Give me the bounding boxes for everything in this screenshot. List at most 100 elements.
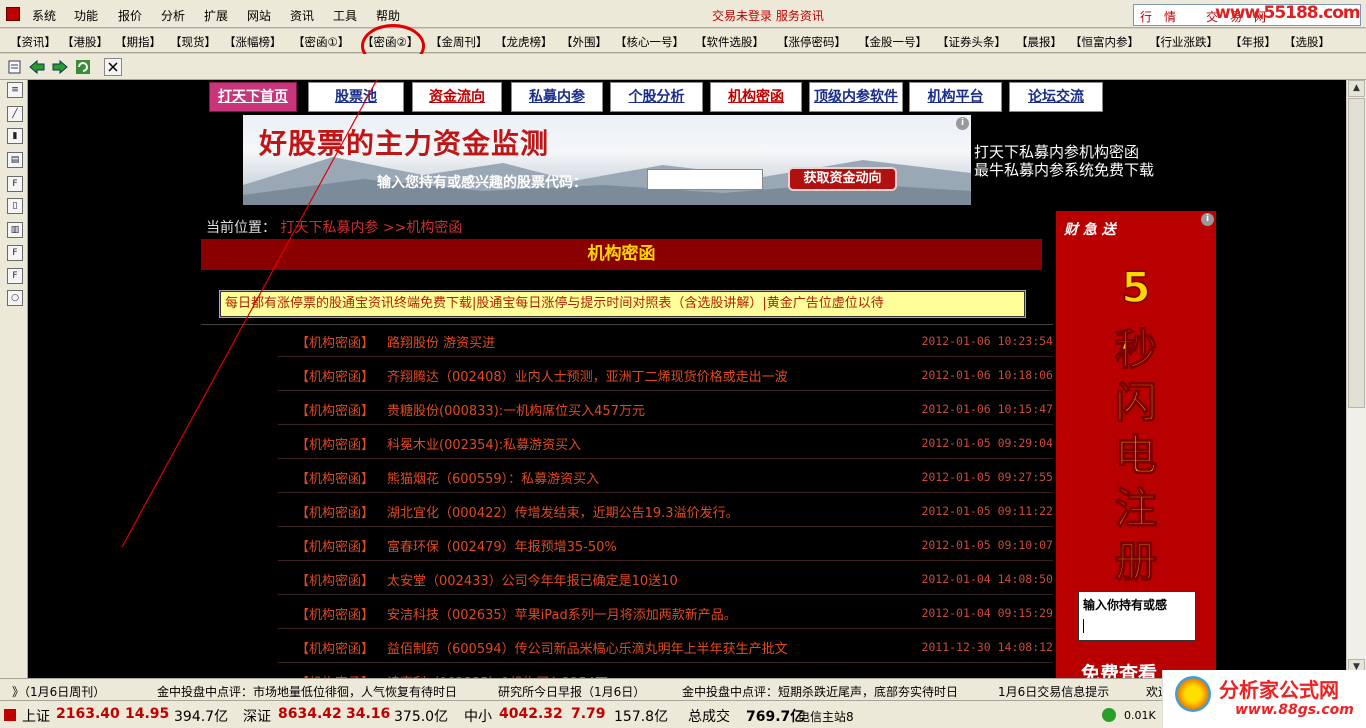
close-icon[interactable] bbox=[104, 58, 122, 76]
scroll-thumb[interactable] bbox=[1348, 98, 1365, 408]
right-ad-banner[interactable]: 财 急 送 i 5 秒 闪 电 注 册 输入你持有或感 免费查看 bbox=[1056, 211, 1216, 678]
tab-software-pick[interactable]: 【软件选股】 bbox=[695, 34, 764, 50]
article-title[interactable]: 科冕木业(002354):私募游资买入 bbox=[387, 434, 581, 453]
tab-industry[interactable]: 【行业涨跌】 bbox=[1149, 34, 1218, 50]
article-title[interactable]: 熊猫烟花（600559）：私募游资买入 bbox=[387, 468, 599, 487]
line-chart-icon[interactable]: ╱ bbox=[7, 106, 23, 122]
tab-spot[interactable]: 【现货】 bbox=[170, 34, 216, 50]
nav-institution-platform[interactable]: 机构平台 bbox=[909, 82, 1002, 112]
article-tag[interactable]: 【机构密函】 bbox=[296, 366, 374, 385]
article-row[interactable]: 【机构密函】 安洁科技（002635）苹果iPad系列一月将添加两款新产品。 201… bbox=[278, 596, 1053, 629]
article-title[interactable]: 富春环保（002479）年报预增35-50% bbox=[387, 536, 617, 555]
tab-select[interactable]: 【选股】 bbox=[1284, 34, 1330, 50]
ticker-item-4[interactable]: 1月6日交易信息提示 bbox=[998, 683, 1109, 700]
article-tag[interactable]: 【机构密函】 bbox=[296, 638, 374, 657]
article-title[interactable]: 湖北宜化（000422）传增发结束，近期公告19.3溢价发行。 bbox=[387, 502, 739, 521]
menu-news[interactable]: 资讯 bbox=[290, 7, 314, 24]
side-promo-line-2[interactable]: 最牛私募内参系统免费下载 bbox=[974, 159, 1154, 180]
tab-headlines[interactable]: 【证券头条】 bbox=[937, 34, 1006, 50]
forward-arrow-icon[interactable] bbox=[51, 58, 69, 76]
search-icon[interactable]: ○ bbox=[7, 290, 23, 306]
article-tag[interactable]: 【机构密函】 bbox=[296, 434, 374, 453]
article-row[interactable]: 【机构密函】 路翔股份 游资买进 2012-01-06 10:23:54 bbox=[278, 324, 1053, 357]
f12-icon[interactable]: F bbox=[7, 245, 23, 261]
article-row[interactable]: 【机构密函】 太安堂（002433）公司今年年报已确定是10送10 2012-01-… bbox=[278, 562, 1053, 595]
ticker-item-1[interactable]: 金中投盘中点评：市场地量低位徘徊，人气恢复有待时日 bbox=[157, 683, 457, 700]
article-row[interactable]: 【机构密函】 齐翔腾达（002408）业内人士预测，亚洲丁二烯现货价格或走出一波 2… bbox=[278, 358, 1053, 391]
article-tag[interactable]: 【机构密函】 bbox=[296, 570, 374, 589]
ticker-item-2[interactable]: 研究所今日早报（1月6日） bbox=[498, 683, 645, 700]
quote-label-1[interactable]: 情 bbox=[1164, 8, 1176, 25]
app-icon[interactable] bbox=[6, 7, 20, 21]
stock-code-input[interactable] bbox=[647, 169, 763, 190]
menu-tools[interactable]: 工具 bbox=[333, 7, 357, 24]
menu-function[interactable]: 功能 bbox=[74, 7, 98, 24]
server-name[interactable]: 电信主站8 bbox=[798, 708, 854, 725]
tab-hk[interactable]: 【港股】 bbox=[62, 34, 108, 50]
tab-annual[interactable]: 【年报】 bbox=[1230, 34, 1276, 50]
bar-chart-icon[interactable]: ▮ bbox=[7, 128, 23, 144]
menu-website[interactable]: 网站 bbox=[247, 7, 271, 24]
tab-futures[interactable]: 【期指】 bbox=[115, 34, 161, 50]
tab-weekly[interactable]: 【金周刊】 bbox=[430, 34, 488, 50]
article-title[interactable]: 齐翔腾达（002408）业内人士预测，亚洲丁二烯现货价格或走出一波 bbox=[387, 366, 788, 385]
edit-icon[interactable] bbox=[6, 58, 24, 76]
article-title[interactable]: 贵糖股份(000833):一机构席位买入457万元 bbox=[387, 400, 645, 419]
notice-bar[interactable]: 每日都有涨停票的股通宝资讯终端免费下载|股通宝每日涨停与提示时间对照表（含选股讲… bbox=[219, 290, 1026, 318]
tab-news[interactable]: 【资讯】 bbox=[10, 34, 56, 50]
article-row[interactable]: 【机构密函】 科冕木业(002354):私募游资买入 2012-01-05 09:2… bbox=[278, 426, 1053, 459]
table-icon[interactable]: ▤ bbox=[7, 152, 23, 168]
article-row[interactable]: 【机构密函】读嘉利（002335）1机构买入2254万 bbox=[278, 664, 1053, 678]
nav-home[interactable]: 打天下首页 bbox=[209, 82, 297, 112]
menu-extend[interactable]: 扩展 bbox=[204, 7, 228, 24]
article-row[interactable]: 【机构密函】 贵糖股份(000833):一机构席位买入457万元 2012-01-0… bbox=[278, 392, 1053, 425]
back-arrow-icon[interactable] bbox=[28, 58, 46, 76]
article-title[interactable]: 太安堂（002433）公司今年年报已确定是10送10 bbox=[387, 570, 678, 589]
tab-core-one[interactable]: 【核心一号】 bbox=[615, 34, 684, 50]
ticker-item-0[interactable]: 》（1月6日周刊） bbox=[12, 683, 105, 700]
nav-institution-letter[interactable]: 机构密函 bbox=[710, 82, 802, 112]
article-tag[interactable]: 【机构密函】 bbox=[296, 502, 374, 521]
quote-label-0[interactable]: 行 bbox=[1140, 8, 1152, 25]
article-row[interactable]: 【机构密函】 益佰制药（600594）传公司新品米槁心乐滴丸明年上半年获生产批文 2… bbox=[278, 630, 1053, 663]
ticker-item-3[interactable]: 金中投盘中点评：短期杀跌近尾声，底部夯实待时日 bbox=[682, 683, 958, 700]
article-title[interactable]: 益佰制药（600594）传公司新品米槁心乐滴丸明年上半年获生产批文 bbox=[387, 638, 788, 657]
ad-info-icon[interactable]: i bbox=[956, 117, 969, 130]
article-tag[interactable]: 【机构密函】 bbox=[296, 332, 374, 351]
article-tag[interactable]: 【机构密函】 bbox=[296, 536, 374, 555]
book-icon[interactable]: ▥ bbox=[7, 222, 23, 238]
login-status[interactable]: 交易未登录 服务资讯 bbox=[712, 7, 824, 24]
menu-analysis[interactable]: 分析 bbox=[161, 7, 185, 24]
nav-forum[interactable]: 论坛交流 bbox=[1009, 82, 1103, 112]
nav-top-software[interactable]: 顶级内参软件 bbox=[809, 82, 903, 112]
menu-help[interactable]: 帮助 bbox=[376, 7, 400, 24]
nav-stock-analysis[interactable]: 个股分析 bbox=[610, 82, 703, 112]
ad-free-check-button[interactable]: 免费查看 bbox=[1081, 659, 1157, 678]
document-icon[interactable]: ▯ bbox=[7, 198, 23, 214]
tab-dragon-tiger[interactable]: 【龙虎榜】 bbox=[495, 34, 553, 50]
tab-limit-code[interactable]: 【涨停密码】 bbox=[777, 34, 846, 50]
breadcrumb-link[interactable]: 打天下私募内参 bbox=[280, 220, 378, 236]
scroll-up-icon[interactable]: ▲ bbox=[1348, 80, 1365, 97]
tab-letter-1[interactable]: 【密函①】 bbox=[293, 34, 349, 50]
nav-capital-flow[interactable]: 资金流向 bbox=[412, 82, 502, 112]
nav-private-insider[interactable]: 私募内参 bbox=[511, 82, 603, 112]
f10-icon[interactable]: F bbox=[7, 176, 23, 192]
tab-morning[interactable]: 【晨报】 bbox=[1016, 34, 1062, 50]
article-tag[interactable]: 【机构密函】 bbox=[296, 604, 374, 623]
tab-overseas[interactable]: 【外围】 bbox=[561, 34, 607, 50]
refresh-icon[interactable] bbox=[74, 58, 92, 76]
f10-alt-icon[interactable]: F bbox=[7, 268, 23, 284]
fund-monitor-banner[interactable]: 好股票的主力资金监测 输入您持有或感兴趣的股票代码： 获取资金动向 i bbox=[243, 115, 971, 205]
article-title[interactable]: 安洁科技（002635）苹果iPad系列一月将添加两款新产品。 bbox=[387, 604, 737, 623]
tab-gainers[interactable]: 【涨幅榜】 bbox=[224, 34, 282, 50]
article-tag[interactable]: 【机构密函】 bbox=[296, 400, 374, 419]
tab-insider[interactable]: 【恒富内参】 bbox=[1070, 34, 1139, 50]
menu-quote[interactable]: 报价 bbox=[118, 7, 142, 24]
ad-info-icon-right[interactable]: i bbox=[1201, 213, 1214, 226]
get-fund-flow-button[interactable]: 获取资金动向 bbox=[788, 167, 897, 191]
vertical-scrollbar[interactable]: ▲ ▼ bbox=[1346, 80, 1366, 678]
article-title[interactable]: 路翔股份 游资买进 bbox=[387, 332, 495, 351]
menu-system[interactable]: 系统 bbox=[32, 7, 56, 24]
article-tag[interactable]: 【机构密函】 bbox=[296, 468, 374, 487]
